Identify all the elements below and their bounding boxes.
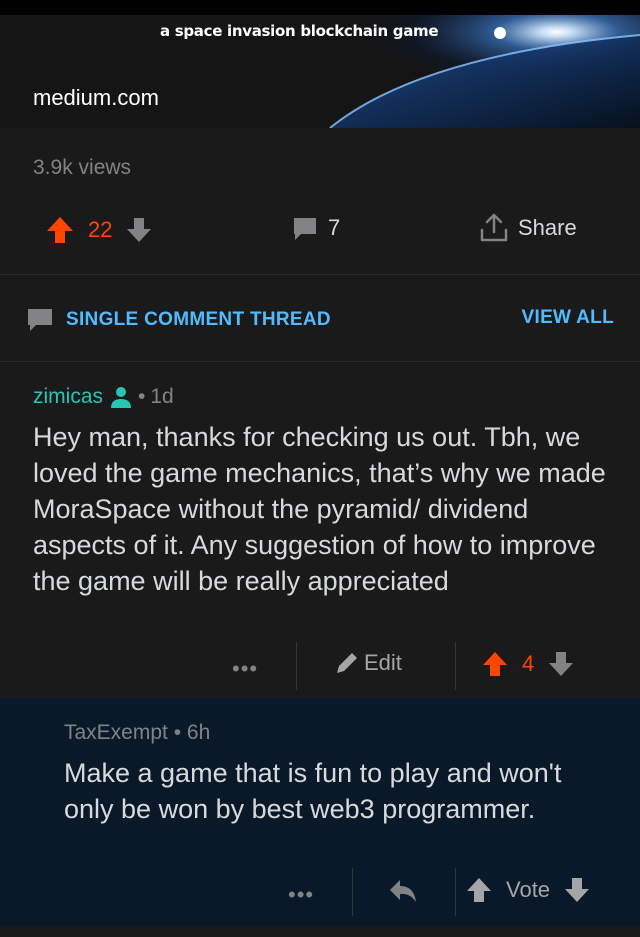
edit-label: Edit	[364, 650, 402, 675]
reply-body: Make a game that is fun to play and won'…	[64, 758, 562, 824]
downvote-arrow-icon[interactable]	[564, 876, 590, 904]
post-upvote-count: 22	[88, 217, 113, 242]
post-comments-button[interactable]: 7	[292, 215, 340, 241]
upvote-arrow-icon[interactable]	[466, 876, 492, 904]
vote-label: Vote	[506, 877, 551, 902]
comment-age: 1d	[150, 385, 174, 408]
post-meta: 3.9k views 22 7 Share	[0, 128, 640, 275]
link-domain[interactable]: medium.com	[33, 85, 159, 111]
reply-header: TaxExempt • 6h	[64, 721, 211, 744]
share-button[interactable]: Share	[478, 212, 577, 244]
downvote-arrow-icon[interactable]	[548, 650, 574, 678]
post-comment-count: 7	[328, 215, 341, 240]
share-label: Share	[518, 215, 577, 240]
comment: zimicas • 1d Hey man, thanks for checkin…	[0, 362, 640, 698]
more-options-button[interactable]: •••	[288, 882, 314, 908]
view-all-link[interactable]: VIEW ALL	[522, 307, 614, 329]
divider	[455, 868, 456, 916]
divider	[455, 642, 456, 690]
comment-header: zimicas • 1d	[33, 385, 174, 409]
comment-action-bar: ••• Edit 4	[0, 642, 640, 692]
thread-title: SINGLE COMMENT THREAD	[66, 309, 331, 330]
pencil-icon	[334, 650, 360, 676]
comment-body: Hey man, thanks for checking us out. Tbh…	[33, 422, 606, 596]
view-count: 3.9k views	[33, 156, 132, 179]
post-action-bar: 22 7 Share	[0, 212, 640, 255]
post-vote-group: 22	[46, 215, 152, 245]
comment-vote-group: 4	[482, 650, 574, 678]
thread-bar: SINGLE COMMENT THREAD VIEW ALL	[0, 275, 640, 362]
reply-comment: TaxExempt • 6h Make a game that is fun t…	[0, 698, 640, 927]
reply-vote-group: Vote	[466, 876, 590, 904]
share-icon	[478, 212, 510, 244]
user-icon	[109, 385, 133, 409]
link-preview-banner[interactable]: a space invasion blockchain game medium.…	[0, 15, 640, 128]
upvote-arrow-icon[interactable]	[482, 650, 508, 678]
reply-arrow-icon[interactable]	[388, 878, 418, 904]
edit-button[interactable]: Edit	[334, 650, 402, 676]
single-thread-heading: SINGLE COMMENT THREAD	[26, 307, 331, 333]
comment-bubble-icon	[26, 307, 54, 333]
divider	[296, 642, 297, 690]
banner-tagline: a space invasion blockchain game	[160, 22, 439, 40]
top-strip	[0, 0, 640, 15]
reply-action-bar: ••• Vote	[0, 868, 640, 918]
upvote-arrow-icon[interactable]	[46, 215, 74, 245]
comment-author[interactable]: zimicas	[33, 385, 103, 409]
downvote-arrow-icon[interactable]	[126, 216, 152, 244]
bottom-edge	[0, 927, 640, 937]
divider	[352, 868, 353, 916]
comment-bubble-icon	[292, 215, 318, 241]
more-options-button[interactable]: •••	[232, 656, 258, 682]
separator-dot: •	[138, 385, 146, 408]
comment-vote-count: 4	[522, 651, 535, 676]
